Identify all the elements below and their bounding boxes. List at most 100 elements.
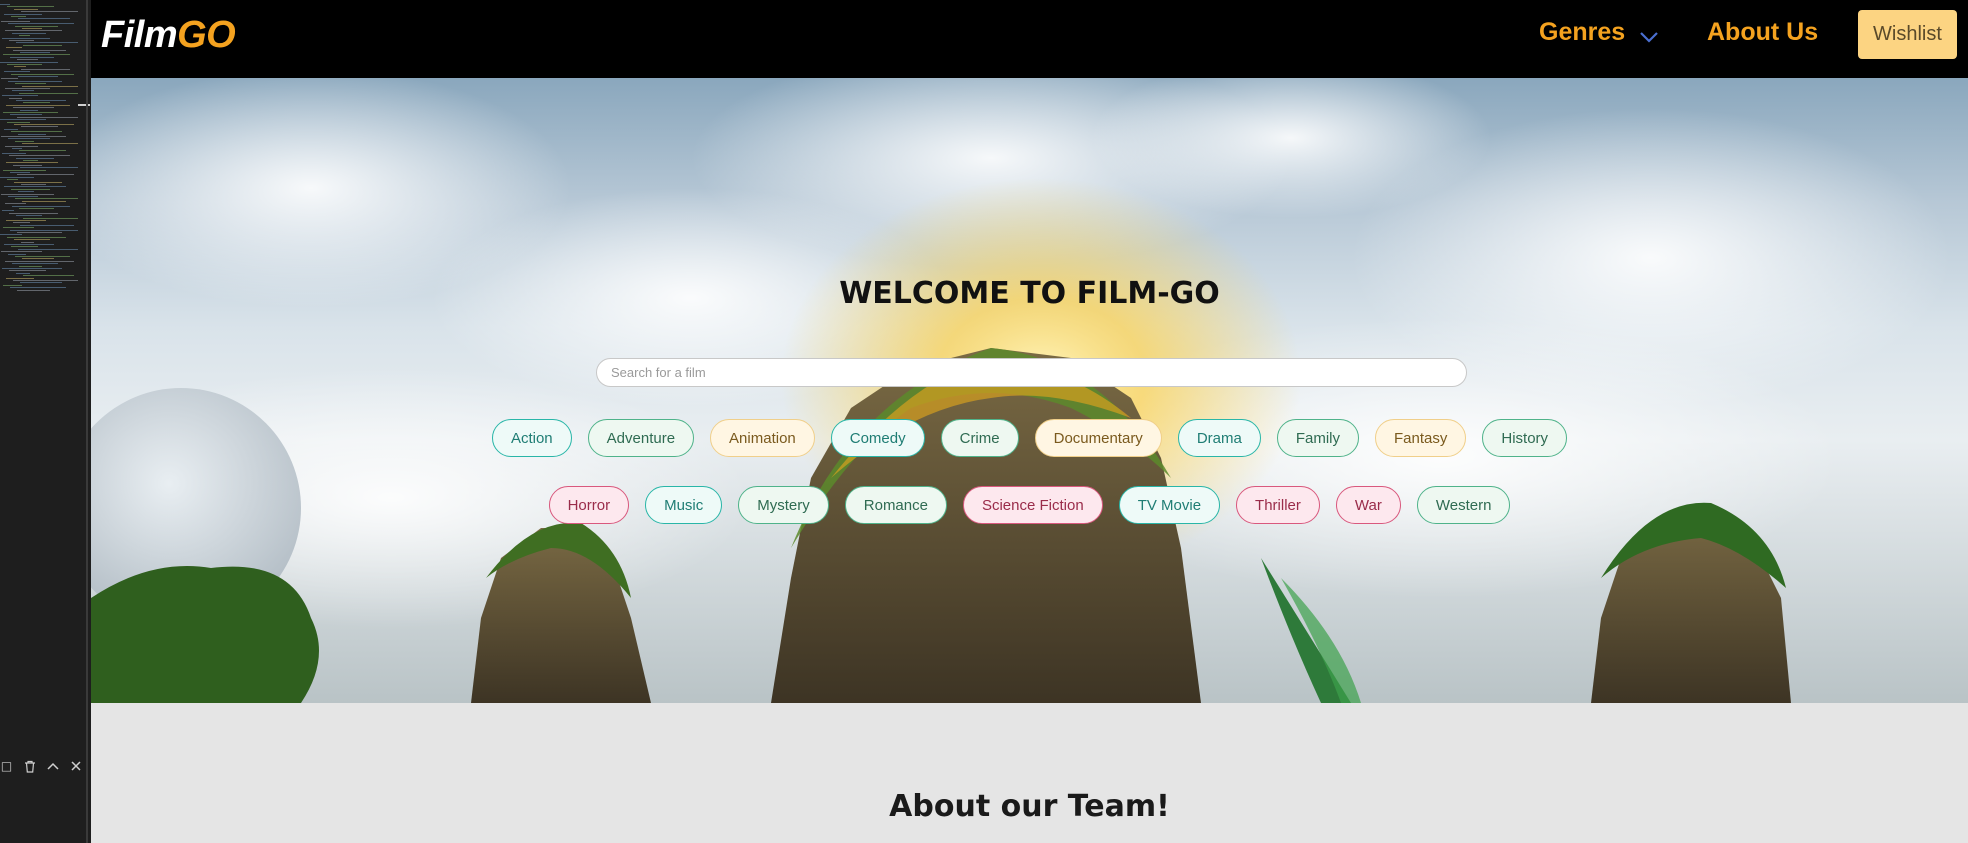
- editor-minimap[interactable]: [0, 0, 82, 300]
- genre-tag-animation[interactable]: Animation: [710, 419, 815, 457]
- minimap-line: [9, 212, 58, 214]
- minimap-line: [0, 4, 10, 5]
- minimap-line: [3, 227, 34, 229]
- minimap-line: [8, 253, 26, 255]
- minimap-line: [5, 145, 38, 147]
- trash-icon[interactable]: [23, 759, 36, 773]
- panel-icon[interactable]: □: [0, 759, 13, 773]
- minimap-line: [7, 6, 54, 8]
- minimap-line: [6, 47, 22, 49]
- minimap-line: [22, 85, 78, 87]
- film-search-input[interactable]: [596, 358, 1467, 387]
- genre-tag-action[interactable]: Action: [491, 419, 572, 457]
- about-team-heading: About our Team!: [889, 789, 1170, 824]
- minimap-line: [21, 126, 58, 128]
- genre-tag-thriller[interactable]: Thriller: [1236, 486, 1320, 524]
- minimap-line: [11, 246, 38, 248]
- minimap-line: [17, 232, 62, 233]
- minimap-line: [15, 140, 34, 142]
- minimap-line: [21, 68, 70, 70]
- genre-tag-adventure[interactable]: Adventure: [587, 419, 695, 457]
- minimap-line: [23, 44, 62, 46]
- genre-tag-science-fiction[interactable]: Science Fiction: [962, 486, 1103, 524]
- minimap-line: [18, 18, 70, 20]
- genre-tag-family[interactable]: Family: [1276, 419, 1359, 457]
- minimap-line: [17, 289, 50, 291]
- minimap-line: [20, 109, 38, 111]
- chevron-up-icon[interactable]: [46, 759, 59, 773]
- minimap-line: [2, 95, 38, 97]
- minimap-line: [23, 102, 50, 104]
- minimap-line: [3, 169, 46, 171]
- minimap-line: [7, 179, 18, 181]
- minimap-line: [17, 59, 38, 61]
- minimap-line: [21, 184, 46, 185]
- minimap-line: [10, 56, 54, 58]
- minimap-line: [4, 13, 42, 15]
- minimap-line: [19, 35, 30, 37]
- minimap-line: [13, 107, 54, 109]
- genre-tag-fantasy[interactable]: Fantasy: [1375, 419, 1467, 457]
- minimap-line: [20, 52, 50, 53]
- minimap-line: [3, 112, 58, 113]
- filmgo-logo[interactable]: FilmGO: [101, 14, 236, 57]
- wishlist-button[interactable]: Wishlist: [1858, 10, 1957, 59]
- minimap-line: [7, 236, 66, 238]
- genre-tag-history[interactable]: History: [1482, 419, 1568, 457]
- hero-banner: WELCOME TO FILM-GO Action Adventure Animat…: [91, 78, 1968, 703]
- minimap-line: [13, 164, 42, 166]
- genre-tag-western[interactable]: Western: [1416, 486, 1511, 524]
- editor-toolbar: □: [0, 756, 82, 776]
- minimap-line: [9, 97, 22, 99]
- minimap-line: [12, 90, 34, 92]
- genre-tag-comedy[interactable]: Comedy: [830, 419, 925, 457]
- genre-tags-row-2: Horror Music Mystery Romance Science Fiction…: [91, 486, 1968, 524]
- minimap-line: [1, 136, 66, 137]
- genre-tag-tv-movie[interactable]: TV Movie: [1118, 486, 1221, 524]
- minimap-line: [19, 208, 54, 209]
- minimap-line: [4, 71, 30, 73]
- genre-tag-documentary[interactable]: Documentary: [1034, 419, 1162, 457]
- minimap-line: [17, 174, 74, 176]
- minimap-line: [5, 203, 26, 205]
- genre-tag-music[interactable]: Music: [645, 486, 723, 524]
- about-us-link[interactable]: About Us: [1707, 18, 1818, 47]
- minimap-line: [23, 275, 74, 277]
- hero-title: WELCOME TO FILM-GO: [839, 276, 1220, 311]
- editor-scroll-indicator[interactable]: [78, 104, 90, 106]
- close-icon[interactable]: [69, 759, 82, 773]
- minimap-line: [10, 229, 78, 231]
- minimap-line: [19, 150, 66, 152]
- genre-tag-drama[interactable]: Drama: [1177, 419, 1261, 457]
- minimap-line: [5, 88, 50, 89]
- minimap-line: [22, 143, 78, 145]
- genres-label: Genres: [1539, 18, 1626, 46]
- genre-tag-crime[interactable]: Crime: [940, 419, 1019, 457]
- minimap-line: [12, 148, 22, 149]
- chevron-down-icon: [1640, 31, 1658, 43]
- minimap-line: [4, 244, 54, 245]
- minimap-line: [22, 258, 54, 260]
- minimap-line: [16, 100, 66, 101]
- genre-tag-horror[interactable]: Horror: [548, 486, 630, 524]
- minimap-line: [9, 155, 70, 157]
- minimap-line: [2, 268, 62, 269]
- minimap-line: [23, 160, 38, 161]
- minimap-line: [10, 172, 30, 173]
- minimap-line: [16, 157, 54, 159]
- minimap-line: [21, 241, 34, 243]
- minimap-line: [21, 11, 78, 13]
- minimap-line: [8, 80, 62, 82]
- minimap-line: [1, 251, 42, 253]
- minimap-line: [5, 260, 74, 262]
- genres-dropdown[interactable]: Genres: [1539, 18, 1659, 47]
- genre-tag-war[interactable]: War: [1335, 486, 1401, 524]
- minimap-line: [16, 42, 78, 44]
- minimap-line: [8, 196, 38, 197]
- minimap-line: [17, 116, 78, 118]
- genre-tag-romance[interactable]: Romance: [844, 486, 947, 524]
- minimap-line: [0, 176, 34, 178]
- minimap-line: [2, 37, 50, 39]
- minimap-line: [14, 124, 74, 125]
- genre-tag-mystery[interactable]: Mystery: [738, 486, 829, 524]
